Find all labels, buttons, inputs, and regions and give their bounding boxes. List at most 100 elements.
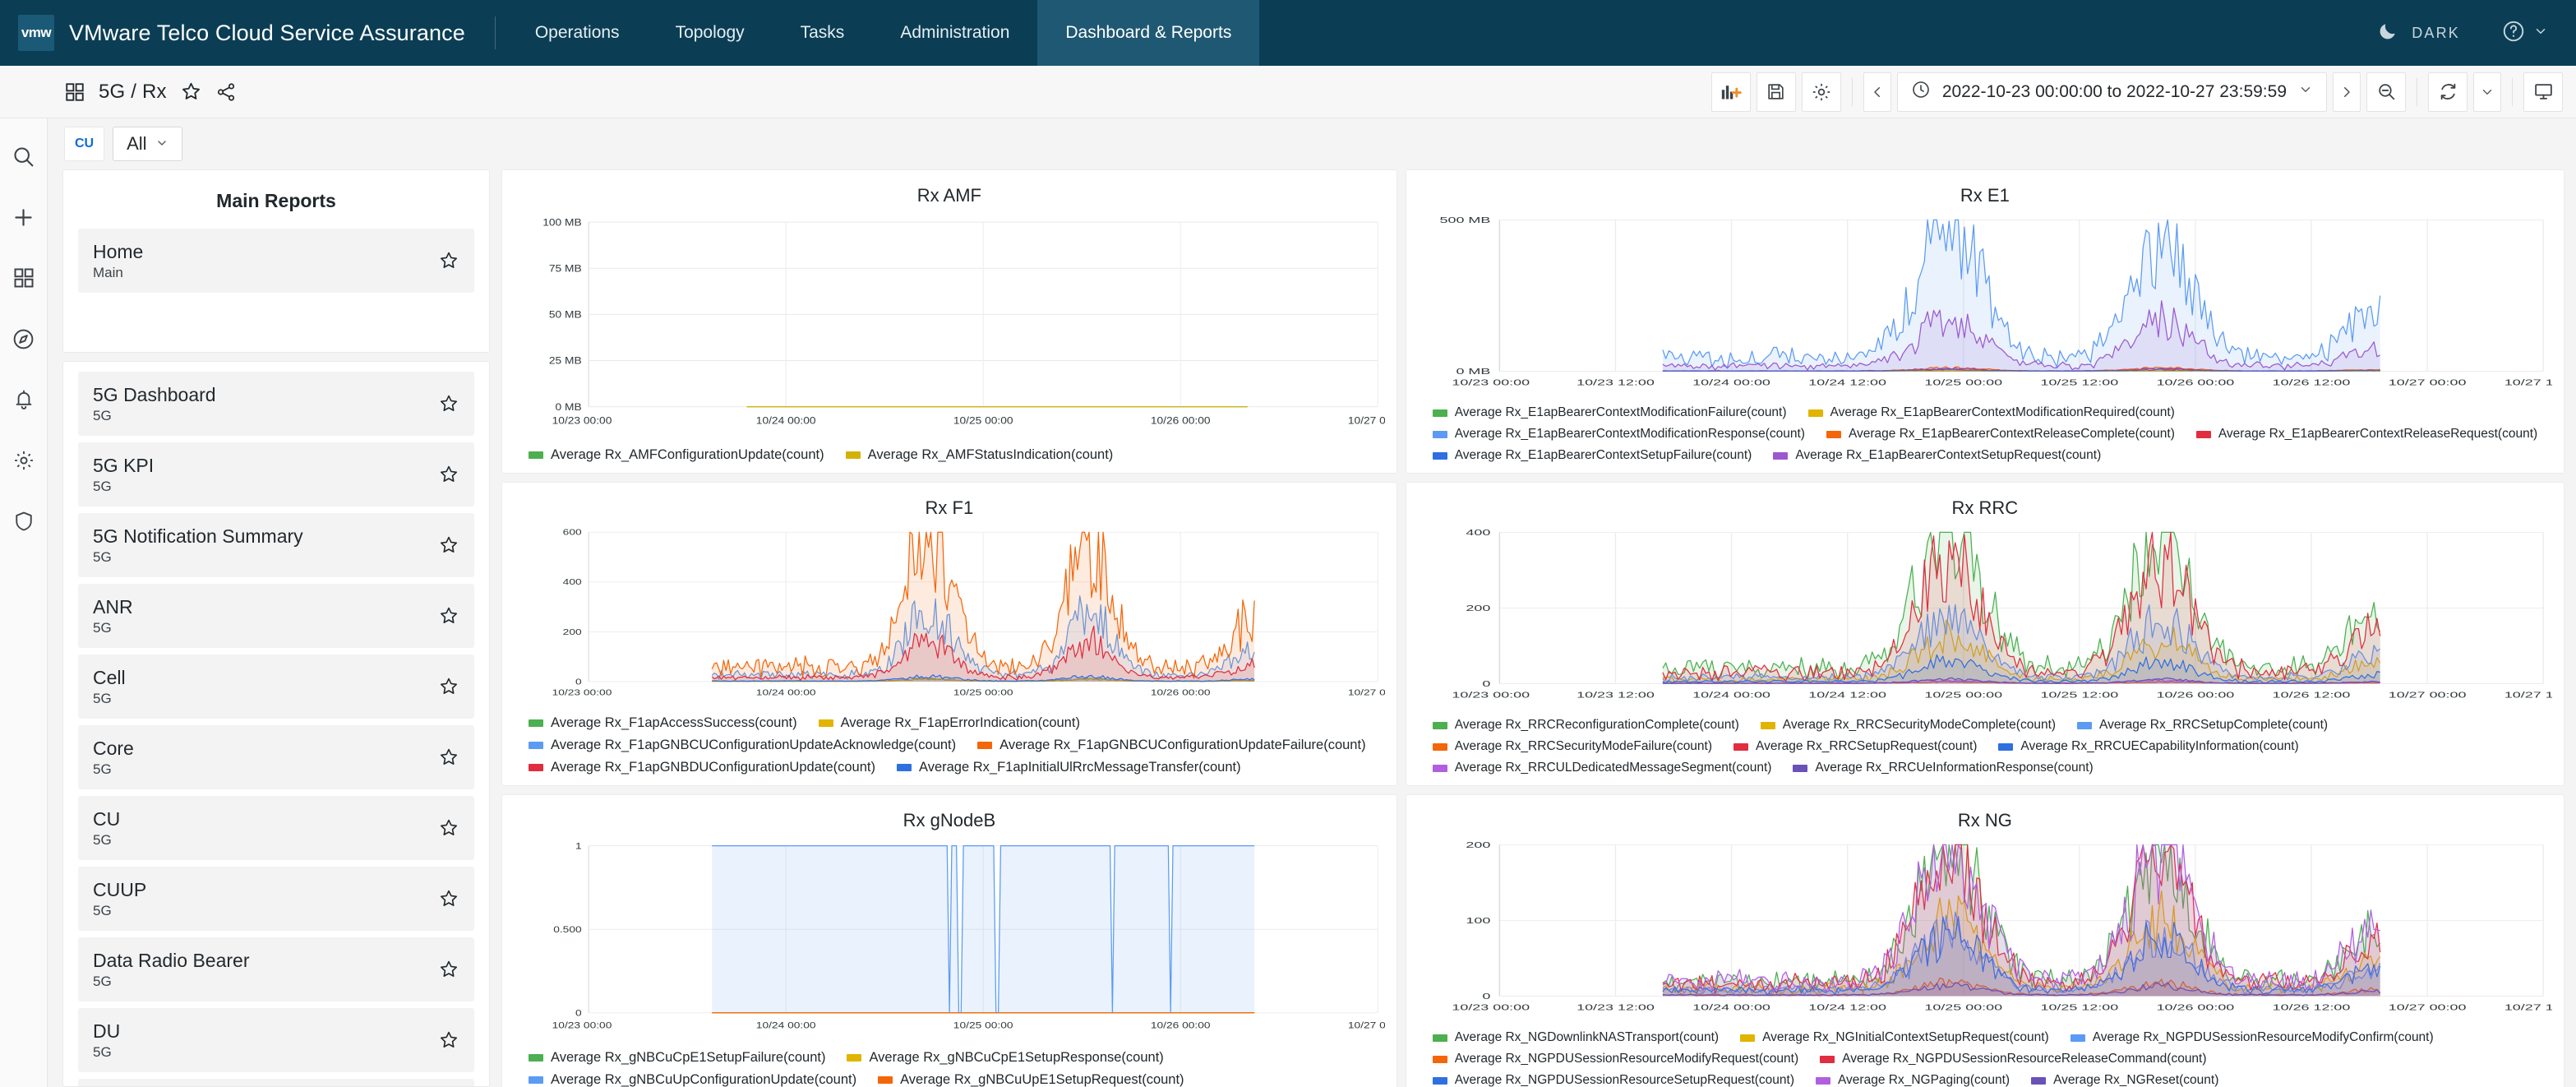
report-item[interactable]: DU 5G [78,1008,474,1072]
legend-item[interactable]: Average Rx_E1apBearerContextSetupFailure… [1432,448,1752,463]
legend-label: Average Rx_NGPDUSessionResourceModifyCon… [2092,1030,2434,1044]
dashboard-grid-icon[interactable] [7,261,40,294]
star-outline-icon[interactable] [180,81,202,103]
legend-item[interactable]: Average Rx_RRCSecurityModeComplete(count… [1760,718,2056,733]
shield-icon[interactable] [7,505,40,538]
legend-item[interactable]: Average Rx_gNBCuCpE1SetupResponse(count) [847,1050,1164,1066]
report-item[interactable]: 5G KPI 5G [78,442,474,506]
legend-item[interactable]: Average Rx_F1apErrorIndication(count) [818,715,1080,731]
report-item[interactable]: Inventory5G [78,1079,474,1086]
legend-item[interactable]: Average Rx_NGPDUSessionResourceSetupRequ… [1432,1073,1794,1087]
legend-item[interactable]: Average Rx_NGPDUSessionResourceModifyReq… [1432,1052,1798,1066]
refresh-icon[interactable] [2428,72,2468,112]
next-range-button[interactable] [2333,72,2361,112]
legend-item[interactable]: Average Rx_RRCReconfigurationComplete(co… [1432,718,1739,733]
grid-icon[interactable] [64,81,85,103]
star-outline-icon[interactable] [438,676,459,697]
legend-item[interactable]: Average Rx_RRCSetupComplete(count) [2077,718,2328,733]
legend-item[interactable]: Average Rx_E1apBearerContextModification… [1432,405,1787,420]
zoom-out-icon[interactable] [2366,72,2406,112]
legend-item[interactable]: Average Rx_RRCULDedicatedMessageSegment(… [1432,761,1771,775]
legend-item[interactable]: Average Rx_gNBCuCpE1SetupFailure(count) [529,1050,825,1066]
compass-icon[interactable] [7,322,40,355]
prev-range-button[interactable] [1863,72,1891,112]
legend-item[interactable]: Average Rx_RRCSecurityModeFailure(count) [1432,739,1712,754]
star-outline-icon[interactable] [438,888,459,909]
nav-tab-administration[interactable]: Administration [872,0,1037,66]
chart-plot-area[interactable]: 0 MB 500 MB 10/23 00:00 10/23 12:00 10/24 00… [1418,210,2552,400]
legend-item[interactable]: Average Rx_E1apBearerContextReleaseReque… [2195,427,2537,442]
gear-icon[interactable] [7,444,40,477]
report-item-home[interactable]: Home Main [78,229,474,293]
legend-item[interactable]: Average Rx_F1apInitialUlRrcMessageTransf… [897,760,1241,775]
legend-item[interactable]: Average Rx_E1apBearerContextModification… [1807,405,2175,420]
star-outline-icon[interactable] [438,464,459,485]
bell-icon[interactable] [7,383,40,416]
chart-plot-area[interactable]: 0 100 200 10/23 00:00 10/23 12:00 10/24 00:00… [1418,835,2552,1025]
svg-text:10/24 00:00: 10/24 00:00 [756,414,816,426]
nav-tab-topology[interactable]: Topology [648,0,773,66]
report-item[interactable]: CUUP 5G [78,867,474,931]
chevron-down-icon[interactable] [2298,82,2313,101]
help-menu[interactable] [2486,19,2548,48]
filter-chip-cu[interactable]: CU [64,127,105,161]
svg-text:10/26 12:00: 10/26 12:00 [2272,691,2350,700]
legend-item[interactable]: Average Rx_NGPDUSessionResourceModifyCon… [2070,1030,2434,1045]
legend-item[interactable]: Average Rx_E1apBearerContextModification… [1432,427,1805,442]
legend-item[interactable]: Average Rx_AMFStatusIndication(count) [845,447,1113,463]
nav-tab-operations[interactable]: Operations [507,0,648,66]
report-item[interactable]: 5G Notification Summary 5G [78,513,474,577]
filter-dropdown-all[interactable]: All [113,127,182,161]
star-outline-icon[interactable] [438,393,459,414]
report-item[interactable]: Data Radio Bearer 5G [78,937,474,1001]
nav-tab-tasks[interactable]: Tasks [773,0,873,66]
svg-text:400: 400 [1466,529,1490,538]
vmware-logo: vmw [18,15,54,51]
legend-item[interactable]: Average Rx_gNBCuUpE1SetupRequest(count) [878,1072,1184,1087]
star-outline-icon[interactable] [438,605,459,627]
save-icon[interactable] [1756,72,1796,112]
report-item[interactable]: Cell 5G [78,655,474,719]
chart-plot-area[interactable]: 0 200 400 10/23 00:00 10/23 12:00 10/24 00:00… [1418,522,2552,713]
legend-item[interactable]: Average Rx_NGInitialContextSetupRequest(… [1740,1030,2049,1045]
report-item[interactable]: 5G Dashboard 5G [78,372,474,436]
legend-item[interactable]: Average Rx_RRCSetupRequest(count) [1733,739,1977,754]
star-outline-icon[interactable] [438,534,459,556]
dark-mode-toggle[interactable]: DARK [2359,21,2478,46]
share-icon[interactable] [215,81,237,103]
nav-tab-dashboard-reports[interactable]: Dashboard & Reports [1037,0,1260,66]
star-outline-icon[interactable] [438,817,459,839]
legend-item[interactable]: Average Rx_F1apAccessSuccess(count) [529,715,797,731]
plus-icon[interactable] [7,201,40,234]
report-item[interactable]: ANR 5G [78,584,474,648]
legend-item[interactable]: Average Rx_NGPDUSessionResourceReleaseCo… [1820,1052,2207,1066]
search-icon[interactable] [7,140,40,173]
legend-item[interactable]: Average Rx_F1apGNBCUConfigurationUpdateF… [977,738,1366,753]
star-outline-icon[interactable] [438,747,459,768]
legend-item[interactable]: Average Rx_RRCUeInformationResponse(coun… [1793,761,2094,775]
add-chart-icon[interactable] [1710,72,1751,112]
legend-item[interactable]: Average Rx_NGPaging(count) [1816,1073,2010,1087]
legend-item[interactable]: Average Rx_NGReset(count) [2031,1073,2218,1087]
legend-item[interactable]: Average Rx_F1apGNBCUConfigurationUpdateA… [529,738,956,753]
time-range-picker[interactable]: 2022-10-23 00:00:00 to 2022-10-27 23:59:… [1896,72,2327,112]
legend-item[interactable]: Average Rx_E1apBearerContextSetupRequest… [1773,448,2101,463]
star-outline-icon[interactable] [438,1029,459,1051]
chart-plot-area[interactable]: 0 200 400 600 10/23 00:00 10/24 00:00 10/25 00… [514,522,1385,710]
star-outline-icon[interactable] [438,959,459,980]
chart-plot-area[interactable]: 0 0.500 1 10/23 00:00 10/24 00:00 10/25 00:00… [514,835,1385,1045]
legend-item[interactable]: Average Rx_NGDownlinkNASTransport(count) [1432,1030,1719,1045]
refresh-interval-dropdown[interactable] [2473,72,2501,112]
report-item[interactable]: Core 5G [78,725,474,789]
legend-item[interactable]: Average Rx_AMFConfigurationUpdate(count) [529,447,824,463]
report-item[interactable]: CU 5G [78,796,474,860]
legend-item[interactable]: Average Rx_F1apGNBDUConfigurationUpdate(… [529,760,875,775]
legend-item[interactable]: Average Rx_gNBCuUpConfigurationUpdate(co… [529,1072,856,1087]
legend-swatch [1432,1076,1447,1085]
chart-plot-area[interactable]: 0 MB 25 MB 50 MB 75 MB 100 MB 10/23 00:00 10/2… [514,210,1385,442]
star-outline-icon[interactable] [438,250,459,271]
monitor-icon[interactable] [2523,72,2563,112]
gear-icon[interactable] [1801,72,1841,112]
legend-item[interactable]: Average Rx_E1apBearerContextReleaseCompl… [1826,427,2175,442]
legend-item[interactable]: Average Rx_RRCUECapabilityInformation(co… [1998,739,2299,754]
